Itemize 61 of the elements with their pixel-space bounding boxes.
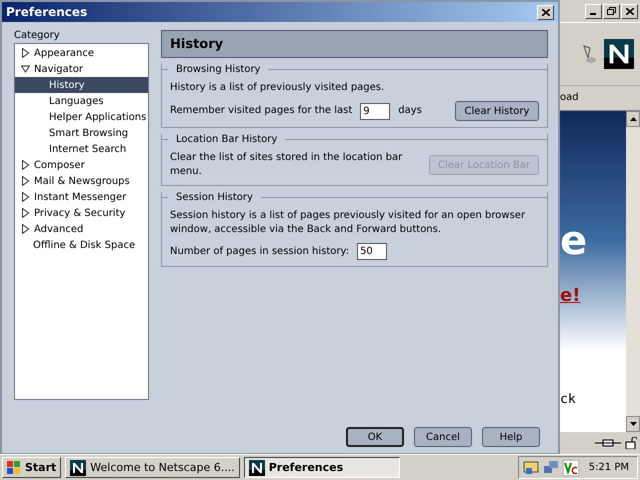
tree-item[interactable]: Internet Search [15, 141, 148, 157]
tree-item[interactable]: Mail & Newsgroups [15, 173, 148, 189]
up-arrow-icon [630, 117, 636, 121]
window-title: Preferences [6, 5, 88, 19]
tree-item[interactable]: Advanced [15, 221, 148, 237]
field-label: Remember visited pages for the last [170, 104, 352, 118]
tree-item[interactable]: Helper Applications [15, 109, 148, 125]
dialog-button[interactable]: Cancel [414, 427, 472, 447]
n-logo-icon [70, 460, 86, 476]
input-field[interactable]: 50 [357, 243, 388, 260]
input-field[interactable]: 9 [360, 102, 390, 120]
panel-header: History [161, 30, 548, 58]
tree-item[interactable]: History [15, 77, 148, 93]
vnc-icon[interactable] [562, 460, 579, 476]
clear-button[interactable]: Clear History [455, 101, 539, 121]
minimize-button[interactable] [585, 4, 602, 18]
scrollbar[interactable] [626, 111, 640, 432]
expanded-triangle-icon[interactable] [21, 64, 30, 74]
down-arrow-icon [630, 422, 636, 426]
description: Session history is a list of pages previously visited for an open browser window, accessible via the Back and Forward buttons. [170, 209, 526, 237]
description: History is a list of previously visited pages. [170, 81, 386, 95]
tree-item[interactable]: Composer [15, 157, 148, 173]
clock: 5:21 PM [588, 460, 629, 474]
start-button[interactable]: Start [2, 457, 62, 478]
taskbar-button[interactable]: Welcome to Netscape 6.... [65, 457, 240, 478]
tree-item[interactable]: Privacy & Security [15, 205, 148, 221]
n-logo-icon [248, 460, 265, 476]
unit-label: days [398, 104, 422, 118]
group-title: Session History [176, 192, 253, 203]
network-icon[interactable] [522, 460, 539, 476]
windows-logo-icon [7, 461, 21, 474]
group-title: Location Bar History [176, 134, 278, 145]
tab-label[interactable]: oad [560, 91, 579, 105]
restore-button[interactable] [603, 4, 620, 18]
dialog-button[interactable]: Help [482, 427, 540, 447]
close-button[interactable] [537, 4, 554, 20]
tree-item[interactable]: Appearance [15, 45, 148, 61]
tree-item[interactable]: Smart Browsing [15, 125, 148, 141]
group-title: Browsing History [176, 64, 260, 75]
page-link[interactable]: e! [560, 285, 626, 306]
tree-item[interactable]: Navigator [15, 61, 148, 77]
close-icon [626, 8, 634, 14]
computers-icon[interactable] [542, 460, 559, 476]
n-logo-icon [604, 39, 634, 69]
tree-item[interactable]: Languages [15, 93, 148, 109]
dialog-button[interactable]: OK [346, 427, 404, 447]
description: Clear the list of sites stored in the location bar menu. [170, 151, 404, 179]
tree-item[interactable]: Offline & Disk Space [15, 237, 148, 253]
connection-icon [595, 438, 621, 448]
tree-item[interactable]: Instant Messenger [15, 189, 148, 205]
page-heading: e [560, 221, 588, 261]
field-label: Number of pages in session history: [170, 244, 350, 258]
collapsed-triangle-icon[interactable] [21, 48, 30, 58]
category-label: Category [14, 30, 61, 41]
toolbar-icon[interactable] [582, 44, 596, 64]
close-button[interactable] [621, 4, 638, 18]
padlock-icon [625, 437, 637, 449]
page-text: ck [560, 392, 577, 407]
taskbar-button[interactable]: Preferences [244, 457, 400, 478]
restore-icon [607, 7, 616, 15]
close-icon [542, 8, 550, 16]
